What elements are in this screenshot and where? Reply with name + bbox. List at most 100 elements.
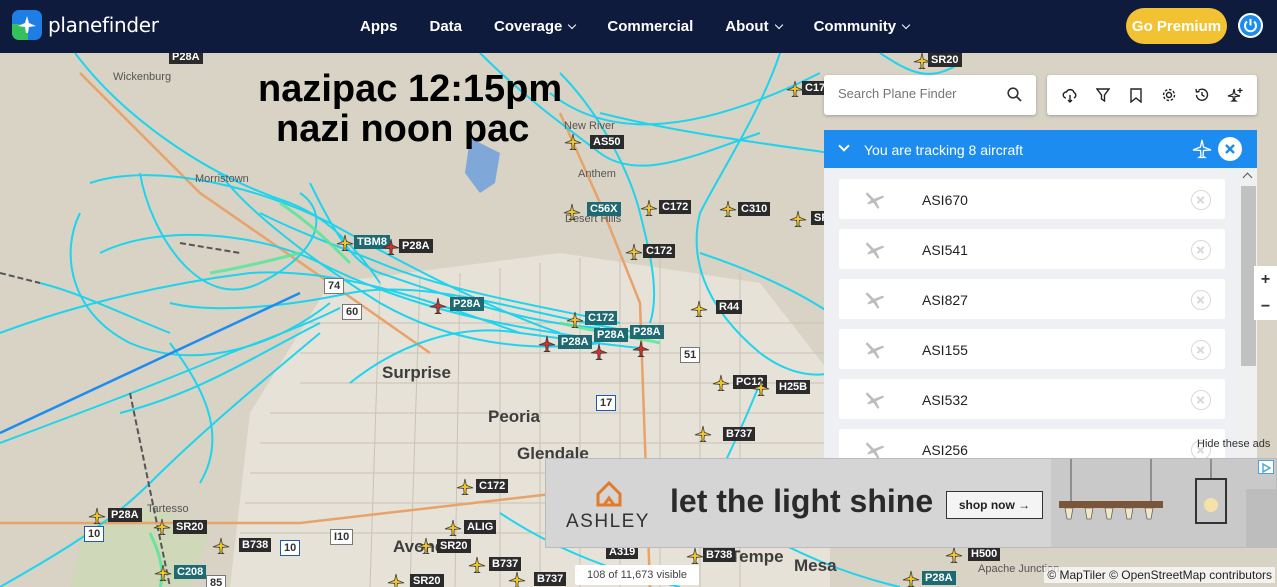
close-tracking-button[interactable] — [1218, 137, 1242, 161]
aircraft-label[interactable]: SR20 — [410, 574, 444, 587]
nav-commercial[interactable]: Commercial — [607, 18, 693, 35]
aircraft-label[interactable]: SR20 — [173, 520, 207, 534]
remove-icon[interactable] — [1191, 340, 1211, 360]
aircraft-icon[interactable] — [712, 374, 730, 392]
aircraft-label[interactable]: C172 — [585, 311, 618, 325]
aircraft-label[interactable]: H500 — [968, 547, 1001, 561]
account-power-button[interactable] — [1238, 13, 1263, 38]
nav-apps[interactable]: Apps — [360, 18, 398, 35]
chevron-down-icon[interactable] — [838, 140, 850, 152]
aircraft-label[interactable]: P28A — [450, 297, 484, 311]
aircraft-label[interactable]: C172 — [643, 244, 676, 258]
search-icon[interactable] — [1007, 87, 1022, 102]
plane-add-icon[interactable] — [1225, 85, 1245, 105]
aircraft-label[interactable]: R44 — [716, 300, 743, 314]
aircraft-icon[interactable] — [563, 203, 581, 221]
aircraft-icon[interactable] — [564, 133, 582, 151]
aircraft-icon[interactable] — [719, 200, 737, 218]
zoom-out-button[interactable]: − — [1254, 293, 1277, 320]
nav-coverage[interactable]: Coverage — [494, 18, 577, 35]
aircraft-icon[interactable] — [590, 343, 608, 361]
ad-shop-now-button[interactable]: shop now → — [946, 491, 1043, 519]
aircraft-icon[interactable] — [913, 53, 931, 70]
aircraft-icon[interactable] — [429, 297, 447, 315]
aircraft-icon[interactable] — [789, 210, 807, 228]
ad-banner[interactable]: ASHLEY let the light shine shop now → — [545, 458, 1277, 548]
settings-icon[interactable] — [1159, 85, 1179, 105]
aircraft-label[interactable]: B737 — [489, 557, 522, 571]
aircraft-icon[interactable] — [508, 571, 526, 587]
list-item[interactable]: ASI670 — [839, 179, 1225, 219]
aircraft-icon[interactable] — [690, 300, 708, 318]
aircraft-icon[interactable] — [902, 570, 920, 587]
hide-ads-link[interactable]: Hide these ads — [1197, 438, 1270, 450]
aircraft-label[interactable]: P28A — [594, 328, 628, 342]
remove-icon[interactable] — [1191, 290, 1211, 310]
aircraft-icon[interactable] — [752, 379, 770, 397]
aircraft-icon[interactable] — [153, 518, 171, 536]
filter-icon[interactable] — [1093, 85, 1113, 105]
aircraft-icon[interactable] — [382, 238, 400, 256]
aircraft-label[interactable]: SR20 — [928, 53, 962, 67]
aircraft-label[interactable]: P28A — [108, 508, 142, 522]
nav-about[interactable]: About — [725, 18, 783, 35]
aircraft-icon[interactable] — [786, 80, 804, 98]
list-item[interactable]: ASI256 — [839, 429, 1225, 458]
aircraft-icon[interactable] — [632, 340, 650, 358]
aircraft-icon[interactable] — [945, 546, 963, 564]
aircraft-label[interactable]: P28A — [169, 53, 203, 64]
remove-icon[interactable] — [1191, 190, 1211, 210]
list-item[interactable]: ASI532 — [839, 379, 1225, 419]
aircraft-icon[interactable] — [417, 537, 435, 555]
aircraft-icon[interactable] — [444, 519, 462, 537]
remove-icon[interactable] — [1191, 240, 1211, 260]
nav-data[interactable]: Data — [430, 18, 463, 35]
aircraft-icon[interactable] — [538, 335, 556, 353]
map-attribution[interactable]: © MapTiler © OpenStreetMap contributors — [1044, 567, 1275, 583]
list-item[interactable]: ASI541 — [839, 229, 1225, 269]
bookmark-icon[interactable] — [1126, 85, 1146, 105]
aircraft-icon[interactable] — [694, 425, 712, 443]
aircraft-icon[interactable] — [387, 573, 405, 587]
tracking-list[interactable]: ASI670 ASI541 ASI827 ASI155 ASI532 ASI25… — [824, 168, 1257, 458]
planefinder-logo[interactable]: planefinder — [12, 10, 159, 40]
aircraft-label[interactable]: P28A — [922, 571, 956, 585]
list-item[interactable]: ASI827 — [839, 279, 1225, 319]
aircraft-icon[interactable] — [212, 537, 230, 555]
weather-icon[interactable] — [1060, 85, 1080, 105]
list-item[interactable]: ASI155 — [839, 329, 1225, 369]
ad-choices-icon[interactable] — [1258, 460, 1274, 474]
aircraft-icon[interactable] — [154, 564, 172, 582]
aircraft-label[interactable]: B738 — [239, 538, 272, 552]
aircraft-icon[interactable] — [456, 478, 474, 496]
aircraft-label[interactable]: AS50 — [590, 135, 624, 149]
aircraft-icon[interactable] — [625, 243, 643, 261]
go-premium-button[interactable]: Go Premium — [1126, 8, 1227, 44]
remove-icon[interactable] — [1191, 390, 1211, 410]
history-icon[interactable] — [1192, 85, 1212, 105]
aircraft-label[interactable]: P28A — [558, 335, 592, 349]
aircraft-icon[interactable] — [640, 199, 658, 217]
chevron-down-icon — [901, 20, 911, 29]
zoom-in-button[interactable]: + — [1254, 266, 1277, 293]
aircraft-label[interactable]: C172 — [659, 200, 692, 214]
aircraft-label[interactable]: C310 — [738, 202, 771, 216]
search-input[interactable] — [838, 86, 998, 101]
aircraft-label[interactable]: SR20 — [437, 539, 471, 553]
aircraft-label[interactable]: B737 — [534, 572, 567, 586]
aircraft-label[interactable]: P28A — [399, 239, 433, 253]
nav-community[interactable]: Community — [814, 18, 911, 35]
aircraft-icon[interactable] — [686, 547, 704, 565]
aircraft-label[interactable]: C56X — [587, 202, 621, 216]
aircraft-label[interactable]: ALIG — [464, 520, 497, 534]
aircraft-label[interactable]: C172 — [476, 479, 509, 493]
aircraft-icon[interactable] — [566, 311, 584, 329]
aircraft-label[interactable]: B737 — [723, 427, 756, 441]
aircraft-label[interactable]: H25B — [776, 380, 811, 394]
aircraft-label[interactable]: B738 — [703, 548, 736, 562]
aircraft-icon[interactable] — [88, 507, 106, 525]
aircraft-icon[interactable] — [336, 234, 354, 252]
aircraft-icon[interactable] — [468, 556, 486, 574]
aircraft-label[interactable]: P28A — [630, 325, 664, 339]
aircraft-label[interactable]: C208 — [174, 565, 207, 579]
